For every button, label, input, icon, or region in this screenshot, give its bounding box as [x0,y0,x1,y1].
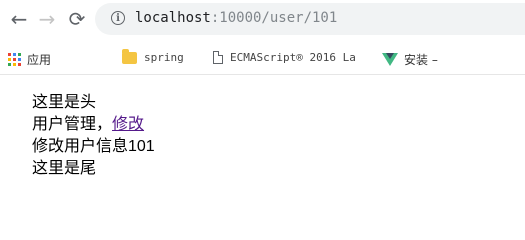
bookmark-label: ECMAScript® 2016 La [230,51,356,64]
bookmark-apps[interactable]: 应用 [8,51,51,68]
bookmark-ecmascript[interactable]: ECMAScript® 2016 La [213,51,356,64]
url-text[interactable]: localhost:10000/user/101 [135,10,337,26]
page-footer-text: 这里是尾 [32,160,97,177]
bookmark-vue-install[interactable]: 安装 – [382,51,438,68]
bookmark-label: 应用 [27,53,52,67]
page-nav: 用户管理，修改 [32,114,155,136]
browser-toolbar: ← → ⟳ i localhost:10000/user/101 [0,0,525,40]
page-body-text: 修改用户信息101 [32,138,155,155]
bookmarks-bar: 应用 spring ECMAScript® 2016 La 安装 – [0,44,525,75]
edit-link[interactable]: 修改 [112,116,144,133]
reload-icon[interactable]: ⟳ [66,8,88,30]
info-icon[interactable]: i [111,11,125,25]
url-host: localhost [135,10,211,26]
bookmark-label: spring [144,51,184,64]
forward-arrow-icon[interactable]: → [36,8,58,30]
bookmark-label: 安装 – [404,53,438,67]
bookmark-spring[interactable]: spring [122,48,184,64]
nav-prefix-text: 用户管理， [32,116,113,133]
page-icon [213,51,223,64]
page-content: 这里是头 用户管理，修改 修改用户信息101 这里是尾 [32,92,155,180]
vue-logo-icon [382,53,398,66]
folder-icon [122,48,137,64]
address-bar[interactable]: i localhost:10000/user/101 [95,3,525,35]
page-header-text: 这里是头 [32,94,97,111]
url-path: :10000/user/101 [210,10,338,26]
back-arrow-icon[interactable]: ← [8,8,30,30]
apps-grid-icon [8,53,21,66]
